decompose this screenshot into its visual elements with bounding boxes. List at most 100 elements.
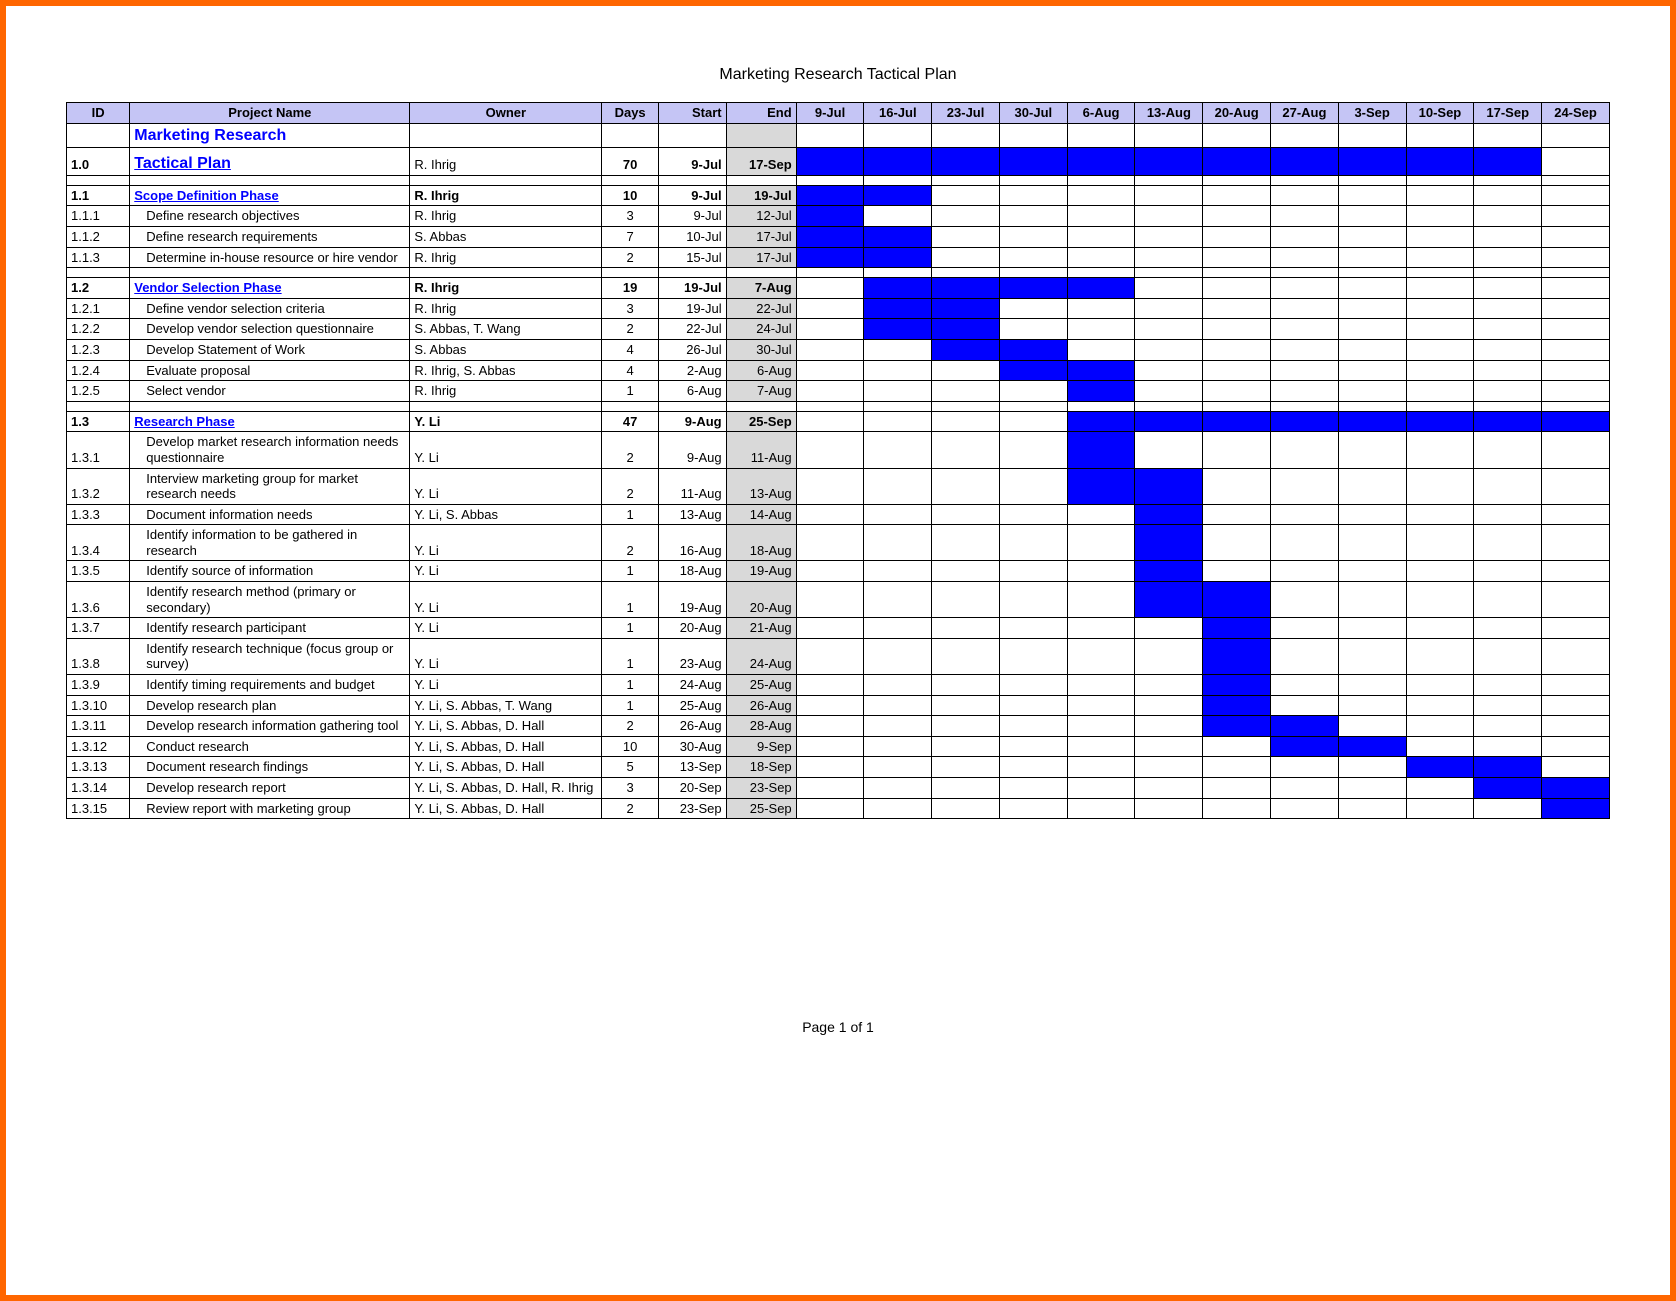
header-date: 10-Sep — [1406, 103, 1474, 124]
document-frame: Marketing Research Tactical Plan ID Proj… — [0, 0, 1676, 1301]
gantt-cell — [1542, 736, 1610, 757]
cell-owner: Y. Li — [410, 582, 602, 618]
gantt-cell — [932, 757, 1000, 778]
cell-end: 17-Sep — [726, 147, 796, 175]
header-date: 6-Aug — [1067, 103, 1135, 124]
gantt-cell — [932, 226, 1000, 247]
header-date: 20-Aug — [1203, 103, 1271, 124]
cell-start: 20-Aug — [658, 618, 726, 639]
header-date: 24-Sep — [1542, 103, 1610, 124]
cell-project: Develop research information gathering t… — [130, 716, 410, 737]
cell-id: 1.3.3 — [67, 504, 130, 525]
gantt-cell — [1406, 123, 1474, 147]
cell-start: 19-Aug — [658, 582, 726, 618]
gantt-cell — [1271, 147, 1339, 175]
gantt-cell — [1474, 736, 1542, 757]
cell-owner: Y. Li, S. Abbas, D. Hall — [410, 757, 602, 778]
cell-owner: Y. Li, S. Abbas — [410, 504, 602, 525]
gantt-cell — [1135, 319, 1203, 340]
gantt-cell — [999, 638, 1067, 674]
gantt-cell — [1406, 278, 1474, 299]
gantt-cell — [1135, 360, 1203, 381]
table-row: 1.2Vendor Selection PhaseR. Ihrig1919-Ju… — [67, 278, 1610, 299]
cell-id: 1.3.6 — [67, 582, 130, 618]
table-row: 1.0Tactical PlanR. Ihrig709-Jul17-Sep — [67, 147, 1610, 175]
gantt-cell — [864, 226, 932, 247]
gantt-cell — [1135, 525, 1203, 561]
gantt-cell — [1203, 675, 1271, 696]
gantt-cell — [1067, 226, 1135, 247]
gantt-cell — [1203, 360, 1271, 381]
gantt-cell — [1135, 185, 1203, 206]
cell-start: 11-Aug — [658, 468, 726, 504]
gantt-cell — [1474, 185, 1542, 206]
gantt-cell — [1271, 206, 1339, 227]
gantt-cell — [864, 798, 932, 819]
cell-owner: Y. Li — [410, 432, 602, 468]
table-row: 1.3.15Review report with marketing group… — [67, 798, 1610, 819]
gantt-cell — [796, 778, 864, 799]
cell-start: 9-Aug — [658, 432, 726, 468]
header-date: 23-Jul — [932, 103, 1000, 124]
cell-end: 13-Aug — [726, 468, 796, 504]
gantt-cell — [999, 278, 1067, 299]
cell-days: 3 — [602, 298, 658, 319]
gantt-cell — [1474, 778, 1542, 799]
gantt-cell — [1135, 247, 1203, 268]
gantt-cell — [932, 381, 1000, 402]
gantt-cell — [796, 319, 864, 340]
gantt-cell — [1542, 778, 1610, 799]
cell-project: Identify research participant — [130, 618, 410, 639]
cell-id: 1.3.10 — [67, 695, 130, 716]
gantt-cell — [864, 618, 932, 639]
gantt-cell — [1474, 206, 1542, 227]
gantt-cell — [1406, 561, 1474, 582]
cell-project: Develop Statement of Work — [130, 339, 410, 360]
cell-id: 1.3.9 — [67, 675, 130, 696]
gantt-cell — [1542, 298, 1610, 319]
gantt-cell — [1203, 778, 1271, 799]
gantt-cell — [1406, 432, 1474, 468]
gantt-cell — [1271, 123, 1339, 147]
cell-owner: R. Ihrig — [410, 298, 602, 319]
cell-project: Identify information to be gathered in r… — [130, 525, 410, 561]
gantt-cell — [1542, 147, 1610, 175]
gantt-cell — [1338, 468, 1406, 504]
gantt-cell — [1338, 778, 1406, 799]
gantt-cell — [1203, 757, 1271, 778]
cell-owner: Y. Li — [410, 468, 602, 504]
cell-end: 23-Sep — [726, 778, 796, 799]
gantt-cell — [1406, 360, 1474, 381]
gantt-cell — [999, 582, 1067, 618]
cell-end: 9-Sep — [726, 736, 796, 757]
gantt-cell — [1135, 298, 1203, 319]
gantt-cell — [1406, 339, 1474, 360]
gantt-cell — [1338, 675, 1406, 696]
cell-days: 5 — [602, 757, 658, 778]
gantt-cell — [796, 206, 864, 227]
cell-project: Define vendor selection criteria — [130, 298, 410, 319]
cell-id: 1.2.1 — [67, 298, 130, 319]
cell-owner: S. Abbas, T. Wang — [410, 319, 602, 340]
gantt-cell — [1542, 226, 1610, 247]
gantt-cell — [1542, 381, 1610, 402]
gantt-cell — [1474, 582, 1542, 618]
gantt-cell — [1135, 339, 1203, 360]
gantt-cell — [1338, 185, 1406, 206]
gantt-cell — [864, 298, 932, 319]
gantt-cell — [932, 736, 1000, 757]
gantt-cell — [1474, 247, 1542, 268]
gantt-cell — [999, 319, 1067, 340]
cell-end: 21-Aug — [726, 618, 796, 639]
gantt-cell — [1203, 716, 1271, 737]
cell-start: 19-Jul — [658, 298, 726, 319]
gantt-cell — [1338, 736, 1406, 757]
gantt-cell — [932, 123, 1000, 147]
table-row: 1.3.13Document research findingsY. Li, S… — [67, 757, 1610, 778]
header-date: 30-Jul — [999, 103, 1067, 124]
cell-owner — [410, 123, 602, 147]
gantt-cell — [864, 319, 932, 340]
gantt-cell — [1542, 561, 1610, 582]
cell-id: 1.1.3 — [67, 247, 130, 268]
gantt-cell — [864, 411, 932, 432]
